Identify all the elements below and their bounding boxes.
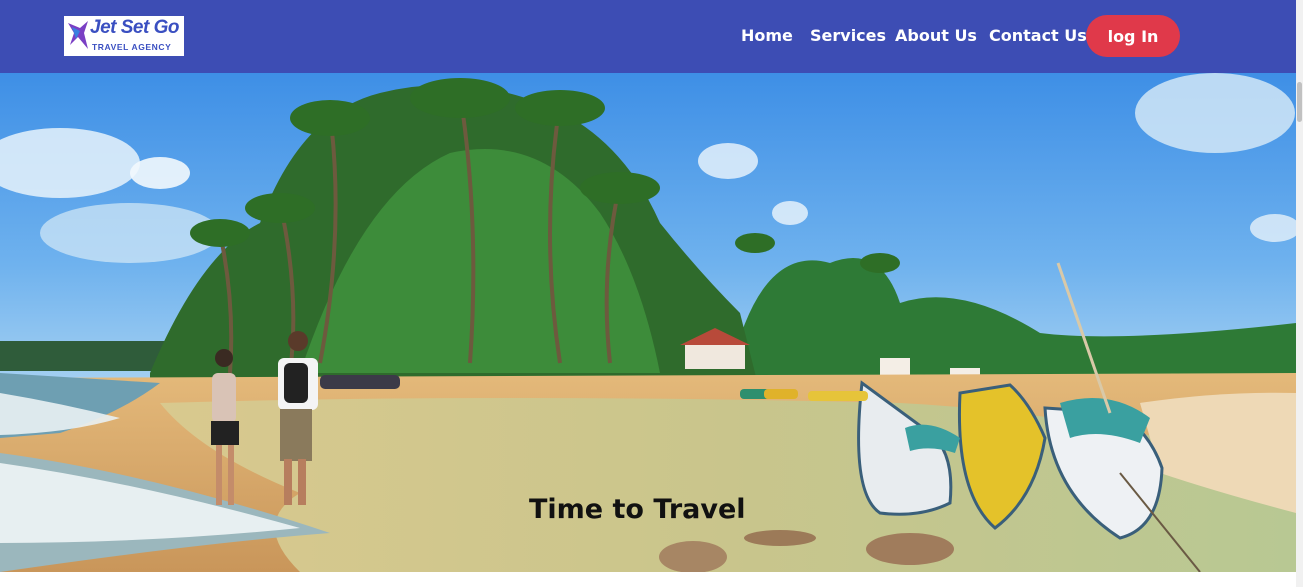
- nav-home-link[interactable]: Home: [741, 26, 793, 45]
- brand-tagline: TRAVEL AGENCY: [92, 42, 172, 52]
- hero-bottom-strip: [0, 572, 1296, 587]
- scrollbar-thumb[interactable]: [1297, 82, 1302, 122]
- brand-name: Jet Set Go: [90, 17, 179, 38]
- hero-title: Time to Travel: [529, 494, 746, 525]
- plane-logo-icon: [68, 21, 88, 49]
- login-button[interactable]: log In: [1086, 15, 1180, 57]
- top-navbar: Jet Set Go TRAVEL AGENCY Home Services A…: [0, 0, 1296, 73]
- hero-banner: Time to Travel: [0, 73, 1296, 572]
- nav-contact-link[interactable]: Contact Us: [989, 26, 1087, 45]
- page-scrollbar[interactable]: [1296, 0, 1303, 587]
- nav-services-link[interactable]: Services: [810, 26, 886, 45]
- brand-logo[interactable]: Jet Set Go TRAVEL AGENCY: [64, 16, 184, 56]
- nav-about-link[interactable]: About Us: [895, 26, 977, 45]
